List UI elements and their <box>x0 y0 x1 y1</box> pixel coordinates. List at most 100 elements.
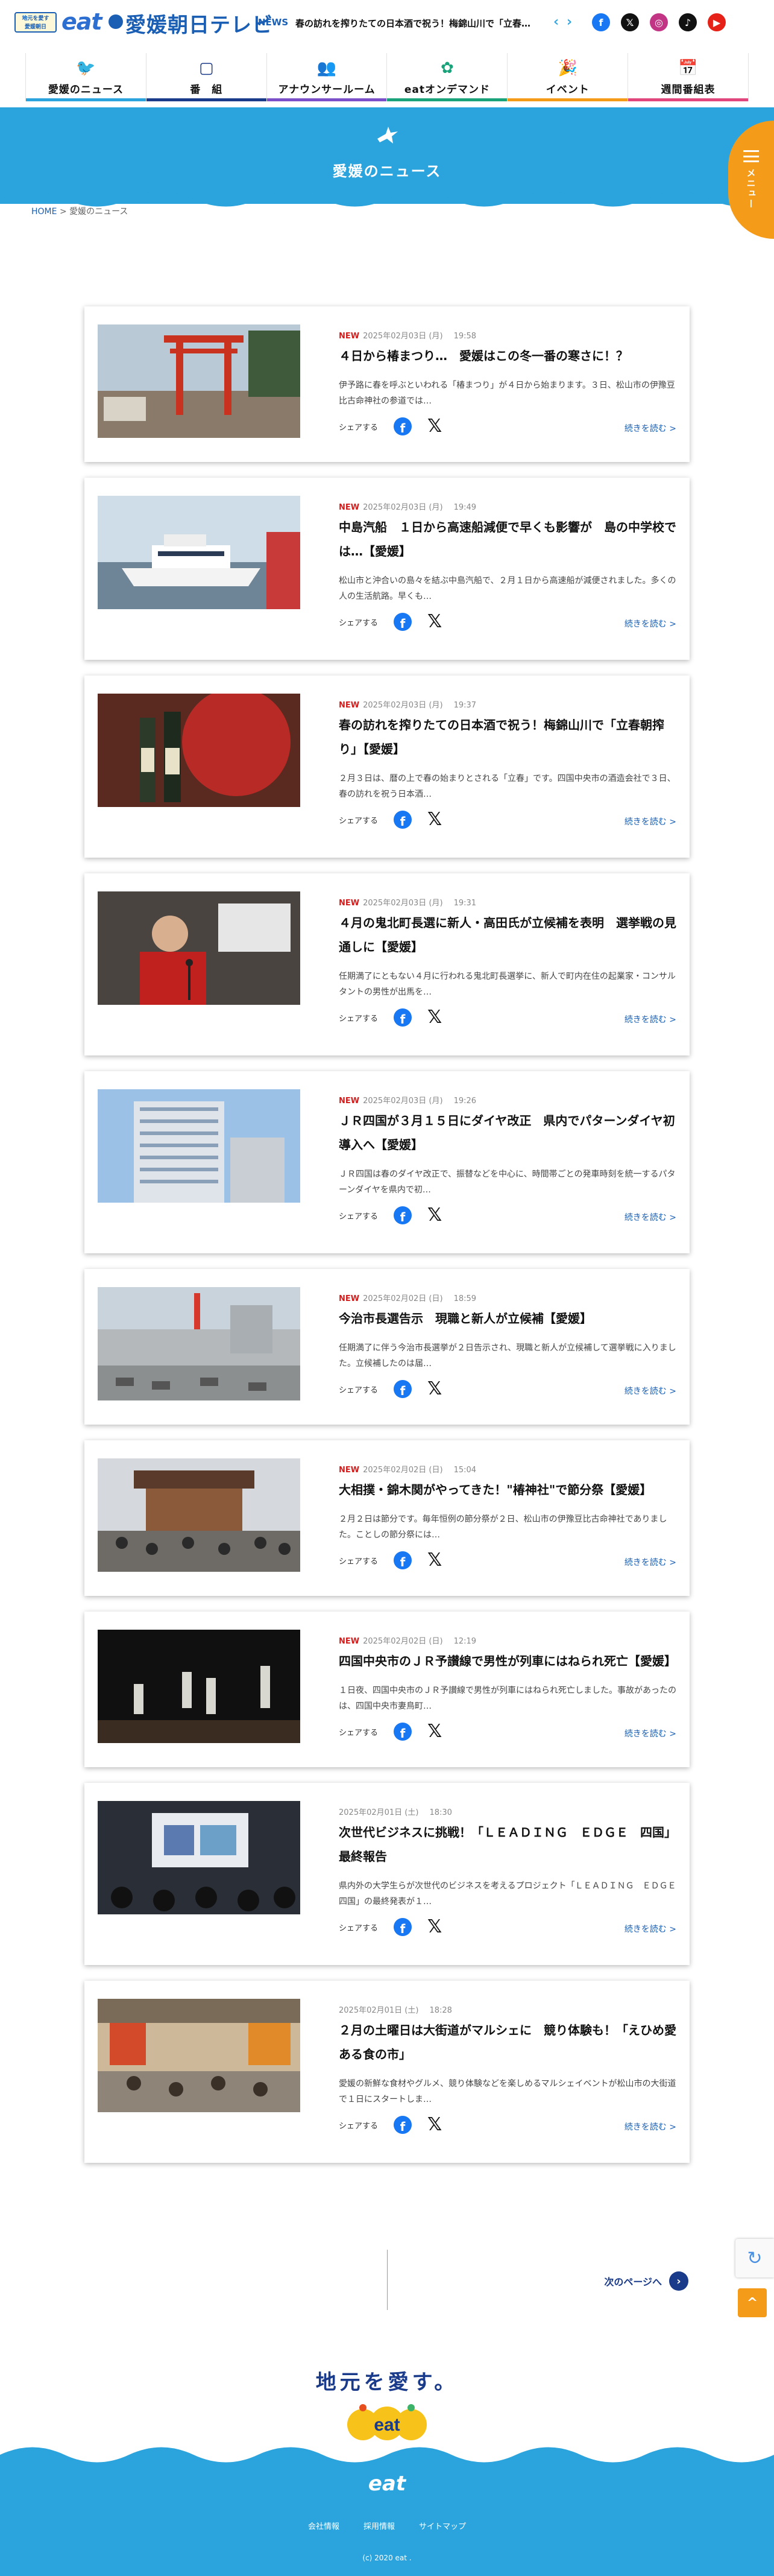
news-thumbnail[interactable] <box>98 1630 300 1743</box>
recaptcha-badge[interactable]: ↻ <box>735 2239 774 2277</box>
facebook-icon[interactable]: f <box>592 13 610 31</box>
news-thumbnail[interactable] <box>98 1458 300 1572</box>
news-card[interactable]: NEW 2025年02月03日 (月) 19:58 ４日から椿まつり… 愛媛はこの冬一… <box>84 306 690 462</box>
x-share-icon[interactable]: 𝕏 <box>427 1008 442 1027</box>
news-thumbnail[interactable] <box>98 1801 300 1914</box>
facebook-share-icon[interactable]: f <box>394 1918 412 1936</box>
footer-link[interactable]: 会社情報 <box>308 2520 339 2531</box>
x-icon[interactable]: 𝕏 <box>621 13 639 31</box>
news-title[interactable]: ２月の土曜日は大街道がマルシェに 競り体験も！「えひめ愛ある食の市」 <box>339 2018 676 2066</box>
read-more-link[interactable]: 続きを読む > <box>625 618 676 630</box>
news-card[interactable]: NEW 2025年02月03日 (月) 19:37 春の訪れを搾りたての日本酒で祝う！… <box>84 676 690 858</box>
breadcrumb-home-link[interactable]: HOME <box>31 207 57 217</box>
news-thumbnail[interactable] <box>98 1089 300 1203</box>
x-share-icon[interactable]: 𝕏 <box>427 1723 442 1741</box>
news-card[interactable]: NEW 2025年02月03日 (月) 19:31 ４月の鬼北町長選に新人・高田氏が立… <box>84 873 690 1055</box>
nav-item-3[interactable]: ✿ eatオンデマンド <box>386 53 508 101</box>
tiktok-icon[interactable]: ♪ <box>679 13 697 31</box>
read-more-link[interactable]: 続きを読む > <box>625 815 676 828</box>
top-header: 地元を愛す 愛媛朝日 eat 愛媛朝日テレビ NEWS 春の訪れを搾りたての日本… <box>0 0 774 48</box>
read-more-link[interactable]: 続きを読む > <box>625 1013 676 1025</box>
nav-item-2[interactable]: 👥 アナウンサールーム <box>266 53 387 101</box>
share-label: シェアする <box>339 1728 379 1738</box>
instagram-icon[interactable]: ◎ <box>650 13 668 31</box>
facebook-share-icon[interactable]: f <box>394 613 412 631</box>
facebook-share-icon[interactable]: f <box>394 1008 412 1027</box>
news-thumbnail[interactable] <box>98 1287 300 1400</box>
x-share-icon[interactable]: 𝕏 <box>427 2116 442 2134</box>
nav-label: アナウンサールーム <box>278 83 376 96</box>
news-excerpt: １日夜、四国中央市のＪＲ予讃線で男性が列車にはねられ死亡しました。事故があったの… <box>339 1686 676 1711</box>
x-share-icon[interactable]: 𝕏 <box>427 613 442 631</box>
facebook-share-icon[interactable]: f <box>394 1723 412 1741</box>
news-meta: NEW 2025年02月02日 (日) 18:59 <box>339 1292 476 1303</box>
read-more-link[interactable]: 続きを読む > <box>625 422 676 434</box>
x-share-icon[interactable]: 𝕏 <box>427 417 442 435</box>
mascot-text: eat <box>374 2415 400 2435</box>
news-date: 2025年02月01日 (土) <box>339 1808 419 1817</box>
x-share-icon[interactable]: 𝕏 <box>427 811 442 829</box>
news-thumbnail[interactable] <box>98 496 300 609</box>
news-meta: 2025年02月01日 (土) 18:30 <box>339 1806 452 1817</box>
news-title[interactable]: 中島汽船 １日から高速船減便で早くも影響が 島の中学校では…【愛媛】 <box>339 515 676 563</box>
news-thumbnail[interactable] <box>98 891 300 1005</box>
news-title[interactable]: ４月の鬼北町長選に新人・高田氏が立候補を表明 選挙戦の見通しに【愛媛】 <box>339 911 676 959</box>
footer-eat-logo[interactable]: eat <box>0 2472 774 2496</box>
ticker-prev-arrow-icon[interactable]: ‹ <box>553 14 559 30</box>
facebook-share-icon[interactable]: f <box>394 2116 412 2134</box>
nav-item-0[interactable]: 🐦 愛媛のニュース <box>25 53 146 101</box>
page-top-button[interactable]: ^ <box>738 2288 767 2317</box>
news-title[interactable]: ＪＲ四国が３月１５日にダイヤ改正 県内でパターンダイヤ初導入へ【愛媛】 <box>339 1109 676 1157</box>
news-title[interactable]: 今治市長選告示 現職と新人が立候補【愛媛】 <box>339 1306 676 1331</box>
facebook-share-icon[interactable]: f <box>394 1206 412 1224</box>
footer-link[interactable]: サイトマップ <box>419 2520 466 2531</box>
read-more-link[interactable]: 続きを読む > <box>625 1923 676 1935</box>
nav-item-4[interactable]: 🎉 イベント <box>507 53 628 101</box>
nav-item-1[interactable]: ▢ 番 組 <box>145 53 266 101</box>
copyright: (c) 2020 eat . <box>362 2554 412 2562</box>
read-more-link[interactable]: 続きを読む > <box>625 1211 676 1223</box>
x-share-icon[interactable]: 𝕏 <box>427 1206 442 1224</box>
station-name-logo[interactable]: 愛媛朝日テレビ <box>125 8 273 38</box>
news-ticker-text[interactable]: 春の訪れを搾りたての日本酒で祝う！梅錦山川で「立春… <box>295 17 549 30</box>
news-title[interactable]: 大相撲・錦木関がやってきた！"椿神社"で節分祭【愛媛】 <box>339 1478 676 1502</box>
news-card[interactable]: NEW 2025年02月03日 (月) 19:49 中島汽船 １日から高速船減便で早く… <box>84 478 690 660</box>
footer-link[interactable]: 採用情報 <box>363 2520 395 2531</box>
nav-icon: 👥 <box>316 59 337 77</box>
x-share-icon[interactable]: 𝕏 <box>427 1380 442 1398</box>
news-title[interactable]: 四国中央市のＪＲ予讃線で男性が列車にはねられ死亡【愛媛】 <box>339 1649 676 1673</box>
arrow-up-icon: ^ <box>746 2295 758 2311</box>
read-more-link[interactable]: 続きを読む > <box>625 1385 676 1397</box>
read-more-link[interactable]: 続きを読む > <box>625 2121 676 2133</box>
nav-item-5[interactable]: 📅 週間番組表 <box>628 53 749 101</box>
facebook-share-icon[interactable]: f <box>394 1551 412 1569</box>
news-card[interactable]: 2025年02月01日 (土) 18:30 次世代ビジネスに挑戦！「ＬＥＡＤＩＮＧ … <box>84 1783 690 1965</box>
facebook-share-icon[interactable]: f <box>394 1380 412 1398</box>
read-more-link[interactable]: 続きを読む > <box>625 1556 676 1568</box>
news-card[interactable]: NEW 2025年02月02日 (日) 15:04 大相撲・錦木関がやってきた！"椿神… <box>84 1440 690 1596</box>
news-title[interactable]: 次世代ビジネスに挑戦！「ＬＥＡＤＩＮＧ ＥＤＧＥ 四国」最終報告 <box>339 1820 676 1869</box>
news-title[interactable]: 春の訪れを搾りたての日本酒で祝う！梅錦山川で「立春朝搾り」【愛媛】 <box>339 713 676 761</box>
nav-underline <box>508 98 628 101</box>
youtube-icon[interactable]: ▶ <box>708 13 726 31</box>
read-more-link[interactable]: 続きを読む > <box>625 1727 676 1739</box>
slogan-logo-line-1: 地元を愛す <box>22 16 49 22</box>
slogan-logo[interactable]: 地元を愛す 愛媛朝日 <box>14 12 57 33</box>
ticker-next-arrow-icon[interactable]: › <box>567 14 572 30</box>
news-title[interactable]: ４日から椿まつり… 愛媛はこの冬一番の寒さに！？ <box>339 344 676 368</box>
eat-logo[interactable]: eat <box>61 8 102 35</box>
news-thumbnail[interactable] <box>98 324 300 438</box>
news-thumbnail[interactable] <box>98 694 300 807</box>
next-page-link[interactable]: 次のページへ › <box>604 2271 688 2291</box>
news-card[interactable]: NEW 2025年02月02日 (日) 18:59 今治市長選告示 現職と新人が立候補… <box>84 1269 690 1425</box>
news-card[interactable]: NEW 2025年02月02日 (日) 12:19 四国中央市のＪＲ予讃線で男性が列車… <box>84 1612 690 1767</box>
facebook-share-icon[interactable]: f <box>394 417 412 435</box>
x-share-icon[interactable]: 𝕏 <box>427 1551 442 1569</box>
nav-icon: ▢ <box>198 59 214 77</box>
news-excerpt: 松山市と沖合いの島々を結ぶ中島汽船で、２月１日から高速船が減便されました。多くの… <box>339 576 676 601</box>
x-share-icon[interactable]: 𝕏 <box>427 1918 442 1936</box>
news-thumbnail[interactable] <box>98 1999 300 2112</box>
news-card[interactable]: 2025年02月01日 (土) 18:28 ２月の土曜日は大街道がマルシェに 競り体… <box>84 1981 690 2163</box>
facebook-share-icon[interactable]: f <box>394 811 412 829</box>
news-card[interactable]: NEW 2025年02月03日 (月) 19:26 ＪＲ四国が３月１５日にダイヤ改正 … <box>84 1071 690 1253</box>
